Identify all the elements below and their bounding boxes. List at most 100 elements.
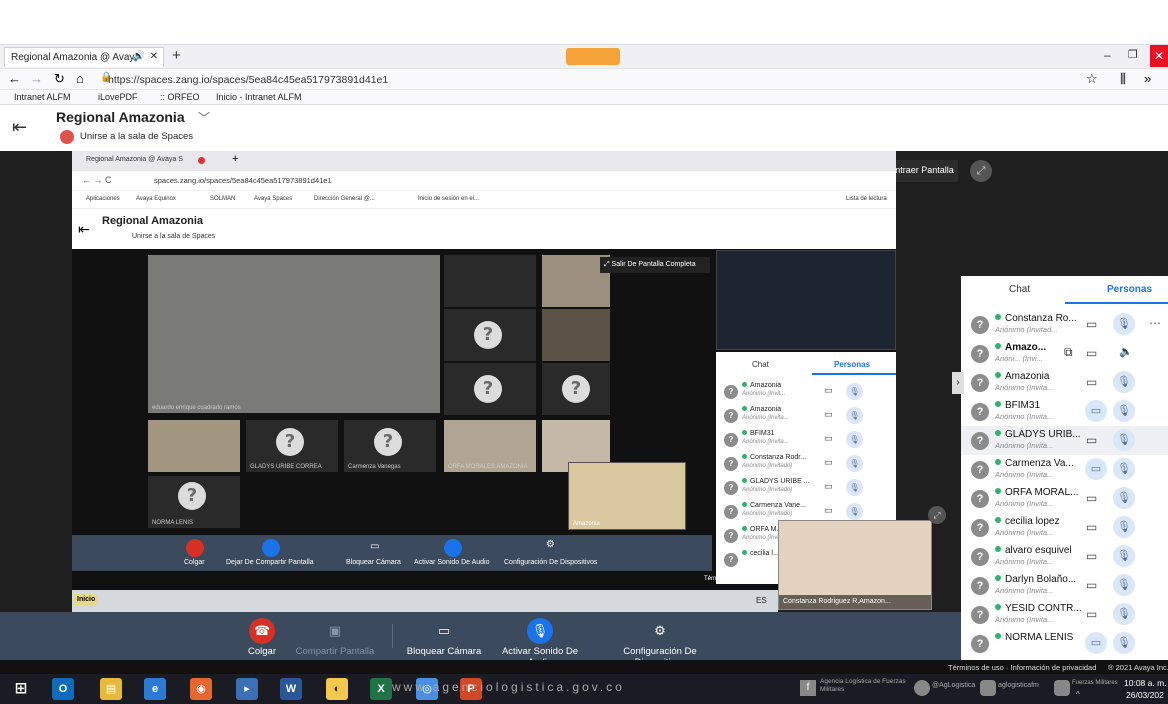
reload-icon[interactable]: ↻ — [54, 71, 65, 87]
bookmark-item[interactable]: Intranet ALFM — [14, 92, 71, 102]
self-view[interactable]: Constanza Rodriguez R,Amazon... — [778, 520, 932, 610]
camera-icon: ▭ — [824, 481, 833, 491]
bookmark-item[interactable]: iLovePDF — [98, 92, 138, 102]
hangup-label: Colgar — [248, 646, 276, 657]
address-bar[interactable]: https://spaces.zang.io/spaces/5ea84c45ea… — [108, 72, 1048, 88]
unmute-audio-button[interactable]: 🎙 Activar Sonido De Audio — [490, 612, 590, 668]
library-icon[interactable]: ⫼ — [1120, 71, 1126, 87]
clock-time[interactable]: 10:08 a. m. — [1124, 678, 1167, 688]
video-tile[interactable] — [444, 255, 536, 307]
collapse-panel-icon[interactable]: › — [952, 372, 964, 394]
person-role: Anónimo (Invitado) — [742, 487, 793, 493]
social-label: aglogisticafm — [998, 682, 1039, 689]
windows-start-icon[interactable]: ⊞ — [10, 678, 32, 700]
word-icon[interactable]: W — [280, 678, 302, 700]
person-row[interactable]: ? NORMA LENIS ▭ 🎙 — [961, 629, 1168, 658]
video-tile[interactable]: ? Carmenza Vanegas — [344, 420, 436, 472]
expand-icon[interactable]: ⤢ — [970, 160, 992, 182]
chevron-down-icon[interactable]: ﹀ — [198, 109, 210, 126]
audio-icon[interactable]: 🔊 — [133, 51, 145, 62]
video-tile[interactable]: ? NORMA LENIS — [148, 476, 240, 528]
inner-nav-icons: ← → C — [82, 175, 112, 185]
video-tile[interactable]: ? — [444, 309, 536, 361]
excel-icon[interactable]: X — [370, 678, 392, 700]
mic-muted-icon: 🎙 — [527, 618, 553, 644]
person-row[interactable]: ? Carmenza Va... Anónimo (Invita... ▭ 🎙 — [961, 455, 1168, 484]
tab-personas[interactable]: Personas — [1107, 284, 1152, 295]
close-tab-icon[interactable]: ✕ — [150, 51, 158, 62]
inner-exit-fullscreen: ⤢ Salir De Pantalla Completa — [600, 257, 710, 273]
more-options-icon[interactable]: ⋯ — [1149, 316, 1161, 330]
inner-bookmark: SOLMAN — [210, 196, 236, 202]
browser-tab[interactable]: Regional Amazonia @ Avay 🔊 ✕ — [4, 47, 164, 67]
person-row[interactable]: ? cecilia lopez Anónimo (Invita... ▭ 🎙 — [961, 513, 1168, 542]
firefox-icon[interactable]: ◉ — [190, 678, 212, 700]
inner-share-icon — [262, 539, 280, 557]
hangup-button[interactable]: ☎ Colgar — [234, 612, 290, 660]
inner-taskbar: Inicio ES — [72, 590, 778, 612]
video-tile[interactable] — [542, 309, 610, 361]
tab-chat[interactable]: Chat — [1009, 284, 1030, 295]
overflow-icon[interactable]: » — [1144, 71, 1151, 86]
app-icon[interactable]: ◐ — [326, 678, 348, 700]
forward-icon[interactable]: → — [30, 71, 43, 86]
restore-icon[interactable]: ❐ — [1128, 48, 1138, 61]
outlook-icon[interactable]: O — [52, 678, 74, 700]
close-window-icon[interactable]: ✕ — [1150, 45, 1168, 67]
person-row[interactable]: ? ORFA MORAL... Anónimo (Invita... ▭ 🎙 — [961, 484, 1168, 513]
exit-space-icon[interactable]: ⇤ — [12, 117, 27, 138]
person-row[interactable]: ? YESID CONTR... Anónimo (Invita... ▭ 🎙 — [961, 600, 1168, 629]
camera-icon: ▭ — [1086, 607, 1098, 621]
video-tile-main[interactable]: eduardo enrique cuadrado ramos — [148, 255, 440, 413]
instagram-icon — [980, 680, 996, 696]
bookmark-item[interactable]: Inicio - Intranet ALFM — [216, 92, 302, 102]
share-screen-button[interactable]: ▣ Compartir Pantalla — [292, 612, 378, 660]
inner-new-tab: + — [232, 153, 239, 165]
video-tile[interactable]: ORFA MORALES AMAZONIA — [444, 420, 536, 472]
bookmark-item[interactable]: :: ORFEO — [160, 92, 200, 102]
space-title[interactable]: Regional Amazonia — [56, 109, 185, 125]
block-camera-label: Bloquear Cámara — [406, 646, 482, 657]
block-camera-button[interactable]: ▭ Bloquear Cámara — [404, 612, 484, 660]
person-role: Anónimo (Invita... — [995, 441, 1054, 450]
sharing-indicator[interactable] — [566, 48, 620, 65]
minimize-icon[interactable]: – — [1104, 48, 1111, 62]
inner-exit-icon: ⇤ — [78, 221, 90, 237]
person-role: Anónimo (Invit... — [742, 391, 786, 397]
home-icon[interactable]: ⌂ — [76, 71, 84, 86]
avatar-icon: ? — [724, 505, 738, 519]
file-explorer-icon[interactable]: ▤ — [100, 678, 122, 700]
video-tile[interactable]: ? — [444, 363, 536, 415]
person-row[interactable]: ? Amazo... Anóni... (Invi... ⧉ ▭ 🔈 — [961, 339, 1168, 368]
self-view-expand-icon[interactable]: ⤢ — [928, 506, 946, 524]
clock-date[interactable]: 26/03/202 — [1126, 690, 1164, 700]
camera-icon: ▭ — [1086, 346, 1098, 360]
person-row[interactable]: ? Amazonia Anónimo (Invita... ▭ 🎙 — [961, 368, 1168, 397]
bookmark-star-icon[interactable]: ☆ — [1086, 71, 1098, 87]
video-tile[interactable]: ? — [542, 363, 610, 415]
person-row[interactable]: ? alvaro esquivel Anónimo (Invita... ▭ 🎙 — [961, 542, 1168, 571]
video-tile[interactable]: ? GLADYS URIBE CORREA — [246, 420, 338, 472]
new-tab-button[interactable]: + — [172, 47, 181, 64]
camera-icon: ▭ — [824, 433, 833, 443]
social-label: Agencia Logística de Fuerzas Militares — [820, 678, 906, 693]
person-row[interactable]: ? Constanza Ro... Anónimo (Invitad... ▭ 🎙 ⋯ — [961, 310, 1168, 339]
mic-muted-icon: 🎙 — [1113, 429, 1135, 451]
person-row[interactable]: ? Darlyn Bolaño... Anónimo (Invita... ▭ 🎙 — [961, 571, 1168, 600]
shared-thumbnail[interactable]: Amazonia — [568, 462, 686, 530]
footer-copyright: ® 2021 Avaya Inc. — [1108, 663, 1168, 672]
join-room-link[interactable]: Unirse a la sala de Spaces — [80, 131, 193, 142]
device-settings-button[interactable]: ⚙ Configuración De Dispositivos — [598, 612, 722, 668]
person-row[interactable]: ? BFIM31 Anónimo (Invita... ▭ 🎙 — [961, 397, 1168, 426]
person-row[interactable]: ? GLADYS URIB... Anónimo (Invita... ▭ 🎙 — [961, 426, 1168, 455]
app-icon[interactable]: ▸ — [236, 678, 258, 700]
inner-camera-icon: ▭ — [370, 541, 380, 552]
edge-icon[interactable]: e — [144, 678, 166, 700]
footer-terms[interactable]: Términos de uso · Información de privaci… — [948, 663, 1096, 672]
avatar-icon: ? — [971, 577, 989, 595]
tray-chevron-icon[interactable]: ^ — [1076, 690, 1080, 699]
tab-title: Regional Amazonia @ Avay — [11, 52, 135, 63]
video-tile[interactable] — [148, 420, 240, 472]
back-icon[interactable]: ← — [8, 71, 21, 86]
inner-person-row: ? Amazonia Anónimo (Invit... ▭ 🎙 — [716, 380, 896, 404]
